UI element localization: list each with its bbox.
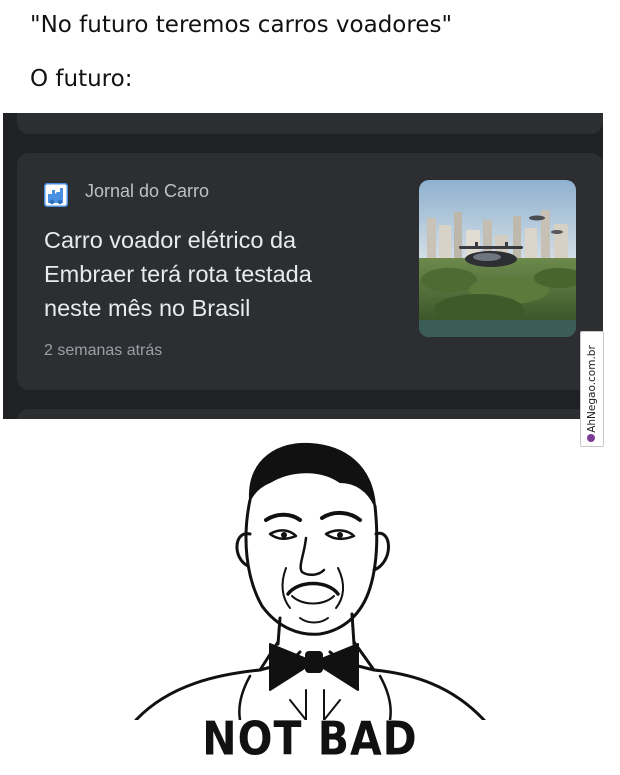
headline-line: Embraer terá rota testada (44, 261, 312, 287)
publisher-name: Jornal do Carro (85, 181, 210, 201)
headline-line: neste mês no Brasil (44, 295, 251, 321)
not-bad-obama-rage-face-drawing (134, 442, 486, 720)
previous-card-edge (17, 113, 603, 134)
news-headline[interactable]: Carro voador elétrico da Embraer terá ro… (44, 223, 404, 325)
jornal-do-carro-logo-icon (44, 183, 68, 207)
meme-caption-future: O futuro: (30, 66, 133, 92)
watermark-text: AhNegao.com.br (586, 345, 598, 433)
not-bad-caption: NOT BAD (202, 712, 418, 766)
flying-car-thumbnail-image[interactable] (419, 180, 576, 337)
meme-caption-quote: "No futuro teremos carros voadores" (30, 12, 453, 38)
time-ago-label: 2 semanas atrás (44, 342, 163, 359)
watermark-logo-icon (587, 434, 595, 442)
ahnegao-watermark: AhNegao.com.br (580, 331, 604, 447)
next-card-edge (17, 409, 603, 419)
news-card[interactable]: Jornal do Carro Carro voador elétrico da… (17, 153, 603, 390)
news-feed-screenshot: Jornal do Carro Carro voador elétrico da… (3, 113, 603, 419)
headline-line: Carro voador elétrico da (44, 227, 297, 253)
